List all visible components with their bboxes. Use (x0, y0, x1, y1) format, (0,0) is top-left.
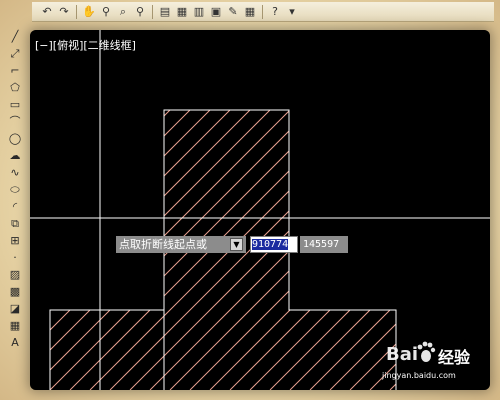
line-icon[interactable]: ╱ (7, 30, 23, 44)
hatch-icon[interactable]: ▨ (7, 268, 23, 282)
hatch-line (229, 110, 396, 390)
toolbar-separator (152, 4, 153, 19)
hatch-line (50, 110, 396, 390)
hatch-line (389, 110, 396, 390)
construction-line-icon[interactable]: ⤢ (7, 47, 23, 61)
undo-icon[interactable]: ↶ (40, 5, 54, 19)
hatch-line (50, 110, 271, 390)
insert-block-icon[interactable]: ⧉ (7, 217, 23, 231)
revision-cloud-icon[interactable]: ☁ (7, 149, 23, 163)
hatch-line (209, 110, 396, 390)
hatch-line (430, 30, 490, 390)
coordinate-y-input[interactable]: 145597 (300, 236, 348, 253)
quick-access-toolbar: ↶ ↷ ✋ ⚲ ⌕ ⚲ ▤ ▦ ▥ ▣ ✎ ▦ ? ▾ (32, 2, 494, 22)
arrow-down-icon[interactable]: ▼ (230, 238, 243, 251)
point-icon[interactable]: · (7, 251, 23, 265)
calculator-icon[interactable]: ▦ (243, 5, 257, 19)
hatch-line (189, 110, 396, 390)
hatch-line (450, 30, 490, 390)
hatch-line (50, 110, 191, 390)
redo-icon[interactable]: ↷ (57, 5, 71, 19)
ellipse-icon[interactable]: ⬭ (7, 183, 23, 197)
watermark-brand: 经验 (438, 348, 471, 367)
pan-icon[interactable]: ✋ (82, 5, 96, 19)
hatch-line (309, 110, 396, 390)
region-icon[interactable]: ◪ (7, 302, 23, 316)
hatch-line (169, 110, 396, 390)
toolbar-separator (76, 4, 77, 19)
arc-icon[interactable]: ⌒ (7, 115, 23, 129)
sheet-set-icon[interactable]: ▣ (209, 5, 223, 19)
properties-icon[interactable]: ▤ (158, 5, 172, 19)
hatch-line (369, 110, 396, 390)
coordinate-x-value: 910774 (252, 239, 289, 250)
design-center-icon[interactable]: ▦ (175, 5, 189, 19)
hatch-line (269, 110, 396, 390)
viewport-label[interactable]: [−][俯视][二维线框] (35, 37, 136, 53)
hatch-line (50, 110, 371, 390)
hatch-line (50, 110, 211, 390)
polyline-icon[interactable]: ⌐ (7, 64, 23, 78)
hatch-line (329, 110, 396, 390)
zoom-window-icon[interactable]: ⌕ (116, 5, 130, 19)
hatch-line (470, 30, 490, 390)
svg-text:Bai: Bai (386, 344, 418, 365)
ellipse-arc-icon[interactable]: ◜ (7, 200, 23, 214)
help-icon[interactable]: ? (268, 5, 282, 19)
hatch-pattern (50, 30, 490, 390)
drawing-canvas[interactable]: [−][俯视][二维线框] 点取折断线起点或 ▼ 910774 145597 (30, 30, 490, 390)
dynamic-input-prompt: 点取折断线起点或 (116, 236, 246, 253)
hatch-line (50, 110, 111, 390)
hatch-line (50, 110, 391, 390)
spline-icon[interactable]: ∿ (7, 166, 23, 180)
hatch-line (50, 110, 151, 390)
hatch-line (149, 110, 396, 390)
chevron-down-icon[interactable]: ▾ (285, 5, 299, 19)
table-icon[interactable]: ▦ (7, 319, 23, 333)
hatch-line (50, 110, 91, 390)
hatch-line (50, 110, 231, 390)
hatch-line (249, 110, 396, 390)
hatch-line (349, 110, 396, 390)
multiline-text-icon[interactable]: A (7, 336, 23, 350)
rectangle-icon[interactable]: ▭ (7, 98, 23, 112)
watermark-url: jingyan.baidu.com (382, 371, 456, 380)
tool-palettes-icon[interactable]: ▥ (192, 5, 206, 19)
hatch-line (50, 110, 251, 390)
markup-icon[interactable]: ✎ (226, 5, 240, 19)
zoom-realtime-icon[interactable]: ⚲ (99, 5, 113, 19)
hatch-line (289, 110, 396, 390)
baidu-jingyan-watermark: Bai 经验 jingyan.baidu.com (380, 338, 492, 390)
hatch-line (50, 110, 291, 390)
hatch-line (69, 110, 396, 390)
hatch-line (50, 110, 51, 390)
polygon-icon[interactable]: ⬠ (7, 81, 23, 95)
drawing-svg (30, 30, 490, 390)
gradient-icon[interactable]: ▩ (7, 285, 23, 299)
coordinate-x-input[interactable]: 910774 (250, 236, 298, 253)
zoom-previous-icon[interactable]: ⚲ (133, 5, 147, 19)
hatch-line (50, 110, 331, 390)
toolbar-separator (262, 4, 263, 19)
hatch-line (410, 30, 490, 390)
draw-toolbar: ╱ ⤢ ⌐ ⬠ ▭ ⌒ ◯ ☁ ∿ ⬭ ◜ ⧉ ⊞ · ▨ ▩ ◪ ▦ A (4, 30, 26, 380)
hatch-line (50, 110, 131, 390)
circle-icon[interactable]: ◯ (7, 132, 23, 146)
make-block-icon[interactable]: ⊞ (7, 234, 23, 248)
hatch-line (129, 110, 396, 390)
